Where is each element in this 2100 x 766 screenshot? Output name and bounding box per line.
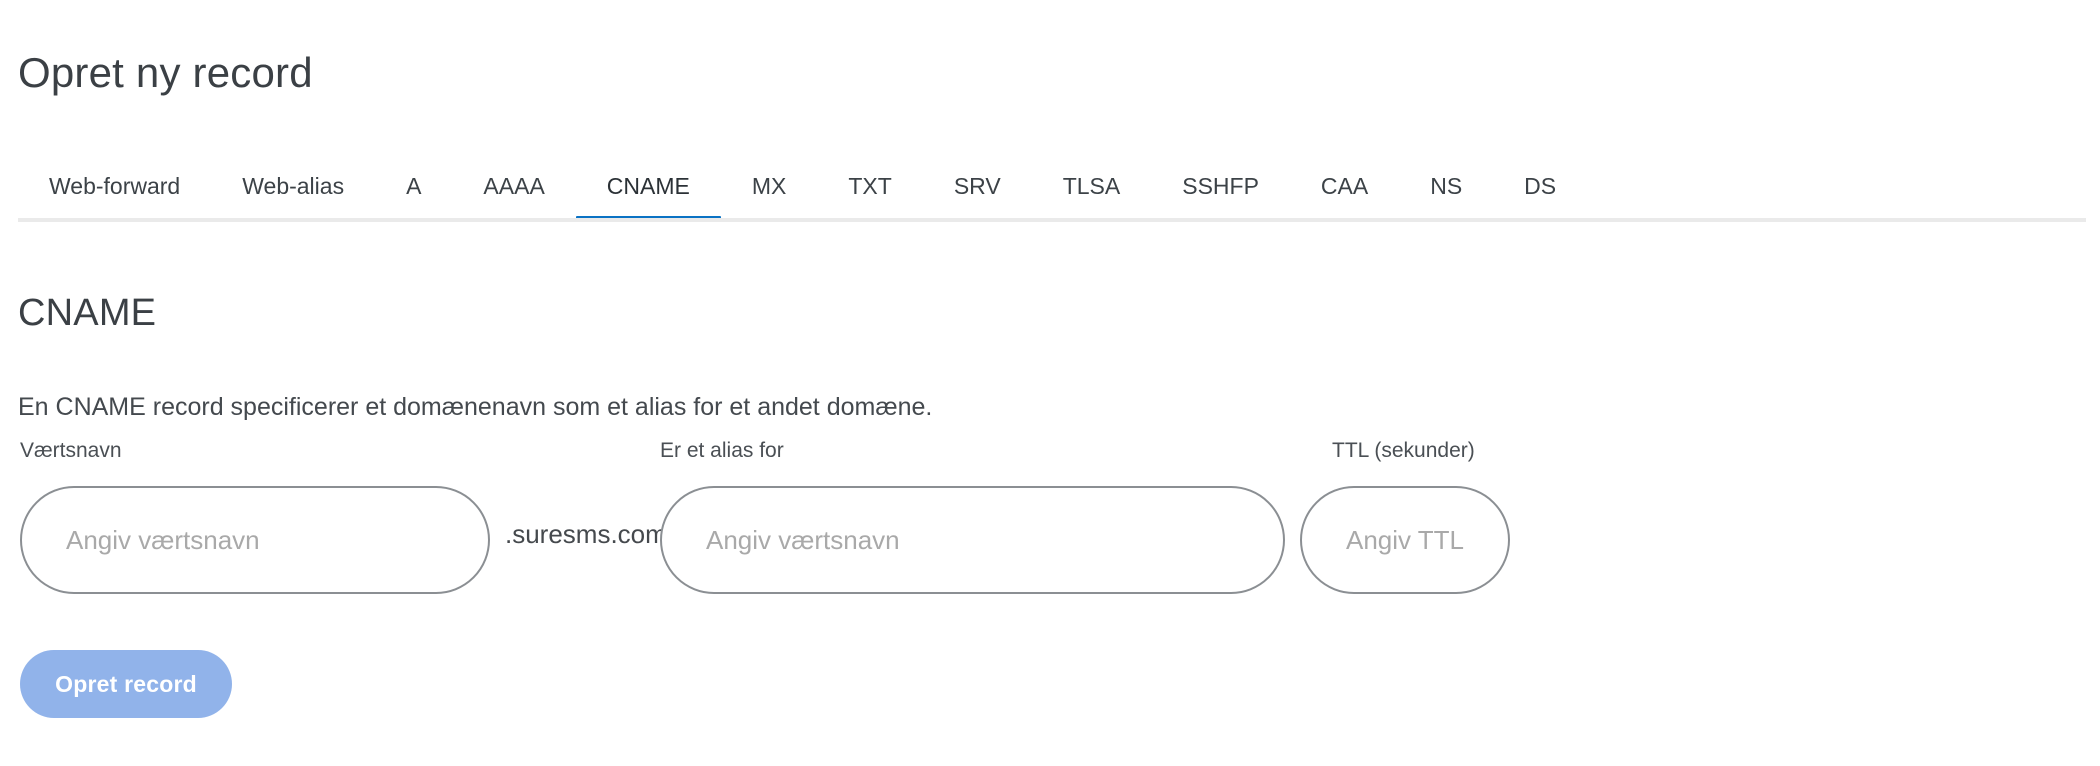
hostname-input[interactable] bbox=[20, 486, 490, 594]
alias-label: Er et alias for bbox=[660, 439, 784, 462]
tab-label: CAA bbox=[1320, 173, 1369, 199]
tab-label: AAAA bbox=[483, 173, 545, 199]
domain-suffix-label: .suresms.com bbox=[505, 519, 667, 549]
submit-area: Opret record bbox=[20, 650, 232, 718]
tab-label: CNAME bbox=[606, 173, 690, 199]
tab-mx[interactable]: MX bbox=[721, 175, 818, 220]
tab-label: Web-alias bbox=[242, 173, 345, 199]
create-record-page: Opret ny record Web-forward Web-alias A AAA… bbox=[0, 0, 2100, 766]
alias-field-group: Er et alias for bbox=[660, 440, 1285, 594]
tab-label: SSHFP bbox=[1182, 173, 1259, 199]
tab-label: DS bbox=[1524, 173, 1557, 199]
hostname-label: Værtsnavn bbox=[20, 439, 122, 462]
tab-a[interactable]: A bbox=[375, 175, 452, 220]
tab-label: MX bbox=[751, 173, 787, 199]
page-title: Opret ny record bbox=[18, 49, 313, 97]
tab-label: TLSA bbox=[1062, 173, 1121, 199]
tab-web-alias[interactable]: Web-alias bbox=[211, 175, 375, 220]
tab-label: SRV bbox=[953, 173, 1001, 199]
tab-srv[interactable]: SRV bbox=[923, 175, 1032, 220]
tab-txt[interactable]: TXT bbox=[817, 175, 922, 220]
tab-aaaa[interactable]: AAAA bbox=[452, 175, 575, 220]
create-record-button[interactable]: Opret record bbox=[20, 650, 232, 718]
tab-list: Web-forward Web-alias A AAAA CNAME MX TXT SRV TL… bbox=[18, 148, 2086, 220]
tab-web-forward[interactable]: Web-forward bbox=[18, 175, 211, 220]
record-form: Værtsnavn .suresms.com Er et alias for T… bbox=[0, 440, 2100, 594]
tab-tlsa[interactable]: TLSA bbox=[1032, 175, 1152, 220]
record-type-heading: CNAME bbox=[18, 291, 157, 334]
tab-sshfp[interactable]: SSHFP bbox=[1151, 175, 1290, 220]
tab-cname[interactable]: CNAME bbox=[575, 173, 721, 220]
ttl-field-group: TTL (sekunder) bbox=[1300, 440, 1510, 594]
tab-label: Web-forward bbox=[49, 173, 181, 199]
hostname-field-group: Værtsnavn bbox=[20, 440, 490, 594]
tab-label: NS bbox=[1430, 173, 1463, 199]
tabbar-divider bbox=[18, 218, 2086, 222]
tab-label: A bbox=[406, 173, 422, 199]
tab-ns[interactable]: NS bbox=[1399, 175, 1493, 220]
ttl-input[interactable] bbox=[1300, 486, 1510, 594]
record-type-description: En CNAME record specificerer et domænena… bbox=[18, 393, 933, 421]
record-type-tabs: Web-forward Web-alias A AAAA CNAME MX TXT SRV TL… bbox=[18, 148, 2086, 222]
tab-label: TXT bbox=[848, 173, 892, 199]
alias-input[interactable] bbox=[660, 486, 1285, 594]
tab-ds[interactable]: DS bbox=[1493, 175, 1587, 220]
ttl-label: TTL (sekunder) bbox=[1332, 439, 1475, 462]
tab-caa[interactable]: CAA bbox=[1290, 175, 1399, 220]
